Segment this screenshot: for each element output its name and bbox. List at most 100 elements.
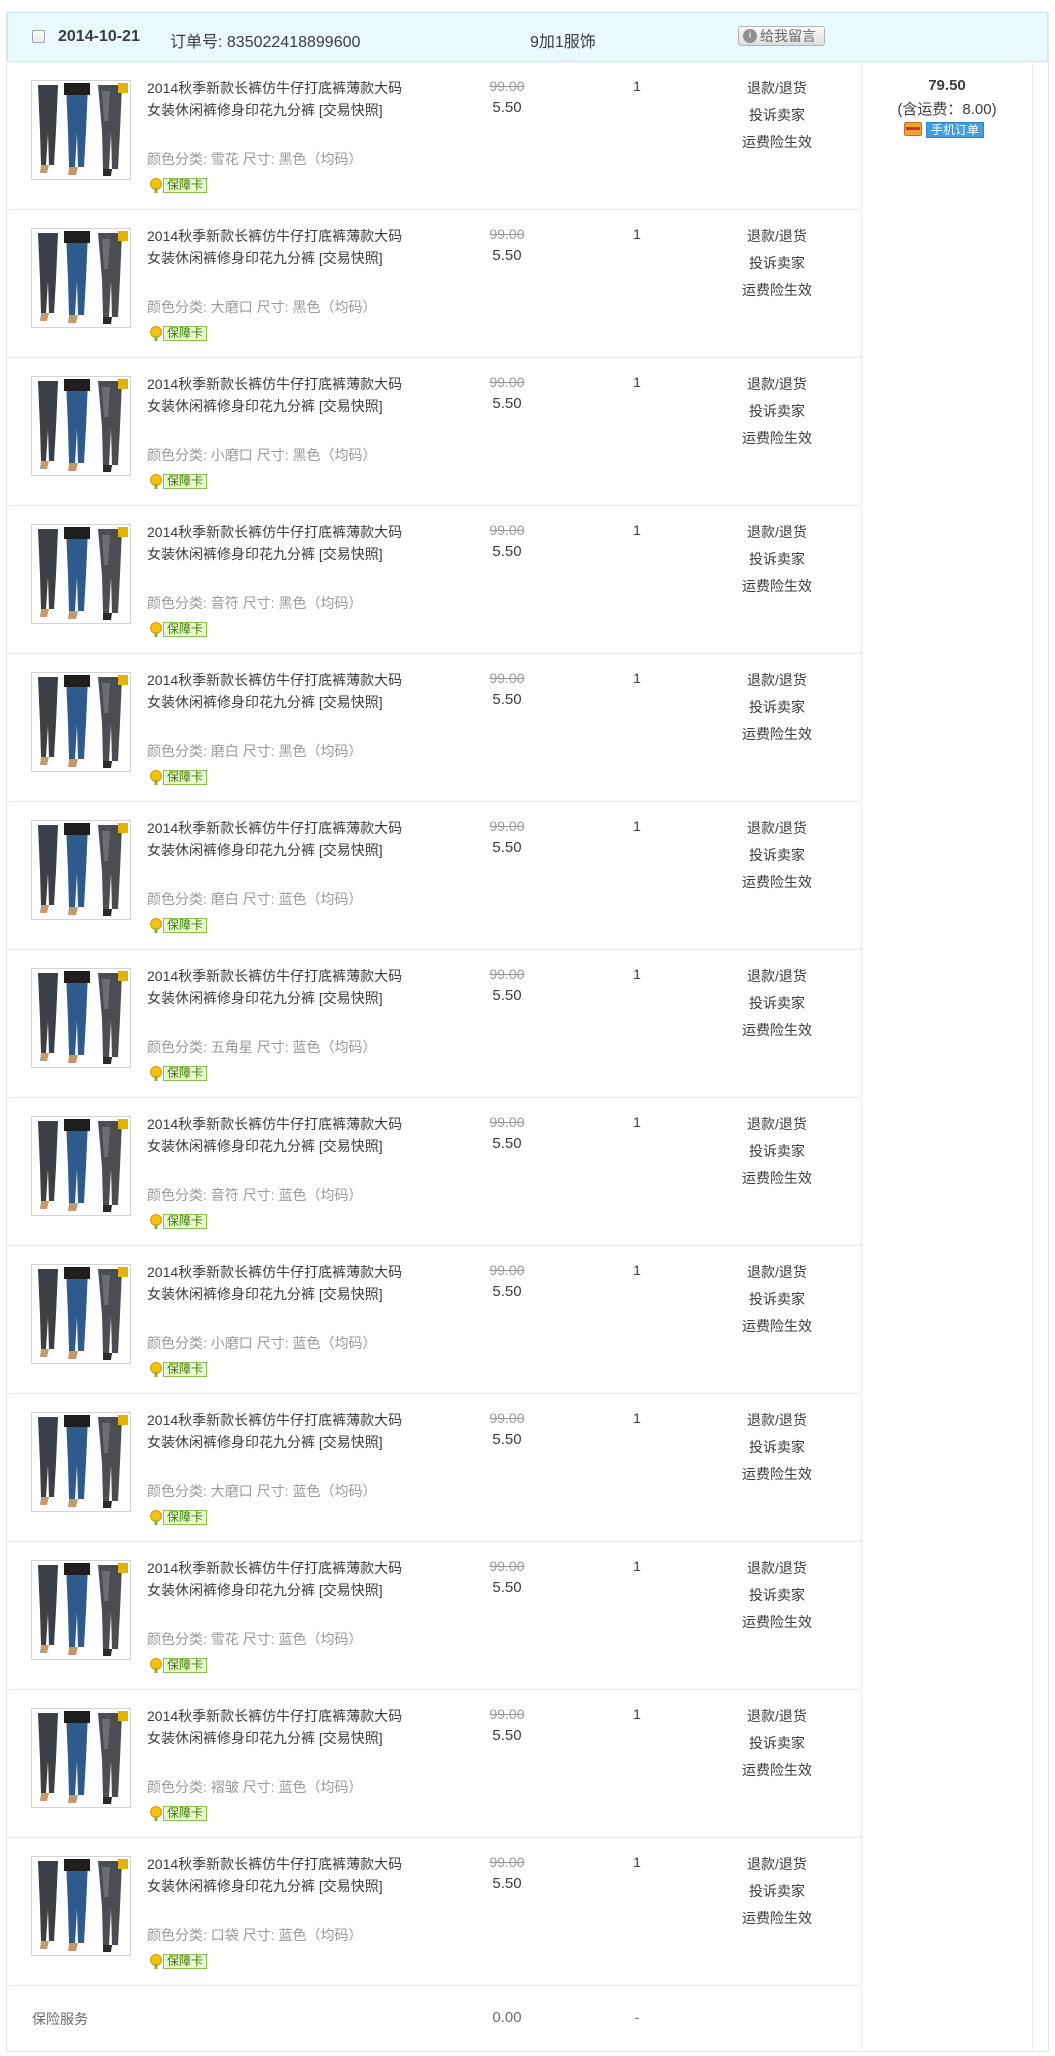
current-price: 5.50 <box>492 1579 522 1596</box>
order-item-row: 2014秋季新款长裤仿牛仔打底裤薄款大码女装休闲裤修身印花九分裤 [交易快照] … <box>7 654 861 802</box>
shipping-insurance-status[interactable]: 运费险生效 <box>727 428 827 448</box>
complain-seller-link[interactable]: 投诉卖家 <box>727 1141 827 1161</box>
product-thumbnail[interactable] <box>31 524 131 624</box>
guarantee-icon <box>150 1510 162 1525</box>
guarantee-label: 保障卡 <box>163 1066 208 1081</box>
shipping-insurance-status[interactable]: 运费险生效 <box>727 1464 827 1484</box>
leggings-image <box>32 821 130 919</box>
shop-name-link[interactable]: 9加1服饰 <box>530 28 596 52</box>
product-thumbnail[interactable] <box>31 228 131 328</box>
original-price: 99.00 <box>489 374 525 390</box>
complain-seller-link[interactable]: 投诉卖家 <box>727 1733 827 1753</box>
product-title-link[interactable]: 2014秋季新款长裤仿牛仔打底裤薄款大码女装休闲裤修身印花九分裤 [交易快照] <box>147 818 415 861</box>
original-price: 99.00 <box>489 670 525 686</box>
guarantee-label: 保障卡 <box>163 1658 208 1673</box>
refund-return-link[interactable]: 退款/退货 <box>727 966 827 986</box>
product-title-link[interactable]: 2014秋季新款长裤仿牛仔打底裤薄款大码女装休闲裤修身印花九分裤 [交易快照] <box>147 374 415 417</box>
refund-return-link[interactable]: 退款/退货 <box>727 1410 827 1430</box>
shipping-insurance-status[interactable]: 运费险生效 <box>727 132 827 152</box>
original-price: 99.00 <box>489 522 525 538</box>
shipping-insurance-status[interactable]: 运费险生效 <box>727 872 827 892</box>
shipping-insurance-status[interactable]: 运费险生效 <box>727 1316 827 1336</box>
guarantee-icon <box>150 622 162 637</box>
refund-return-link[interactable]: 退款/退货 <box>727 670 827 690</box>
product-thumbnail[interactable] <box>31 1856 131 1956</box>
complain-seller-link[interactable]: 投诉卖家 <box>727 1289 827 1309</box>
complain-seller-link[interactable]: 投诉卖家 <box>727 1437 827 1457</box>
original-price: 99.00 <box>489 1558 525 1574</box>
original-price: 99.00 <box>489 1706 525 1722</box>
product-attributes: 颜色分类: 雪花 尺寸: 黑色（均码） <box>147 151 363 167</box>
refund-return-link[interactable]: 退款/退货 <box>727 522 827 542</box>
refund-return-link[interactable]: 退款/退货 <box>727 374 827 394</box>
current-price: 5.50 <box>492 1283 522 1300</box>
complain-seller-link[interactable]: 投诉卖家 <box>727 401 827 421</box>
shipping-insurance-status[interactable]: 运费险生效 <box>727 1168 827 1188</box>
product-title-link[interactable]: 2014秋季新款长裤仿牛仔打底裤薄款大码女装休闲裤修身印花九分裤 [交易快照] <box>147 966 415 1009</box>
product-thumbnail[interactable] <box>31 672 131 772</box>
leave-message-button[interactable]: i 给我留言 <box>738 26 825 46</box>
complain-seller-link[interactable]: 投诉卖家 <box>727 993 827 1013</box>
refund-return-link[interactable]: 退款/退货 <box>727 226 827 246</box>
refund-return-link[interactable]: 退款/退货 <box>727 818 827 838</box>
product-thumbnail[interactable] <box>31 1560 131 1660</box>
shipping-insurance-status[interactable]: 运费险生效 <box>727 1612 827 1632</box>
current-price: 5.50 <box>492 395 522 412</box>
shipping-fee-note: (含运费：8.00) <box>897 101 997 118</box>
product-thumbnail[interactable] <box>31 376 131 476</box>
guarantee-label: 保障卡 <box>163 1954 208 1969</box>
complain-seller-link[interactable]: 投诉卖家 <box>727 1585 827 1605</box>
item-quantity: 1 <box>633 1262 641 1278</box>
complain-seller-link[interactable]: 投诉卖家 <box>727 1881 827 1901</box>
guarantee-icon <box>150 178 162 193</box>
product-thumbnail[interactable] <box>31 1708 131 1808</box>
refund-return-link[interactable]: 退款/退货 <box>727 78 827 98</box>
product-thumbnail[interactable] <box>31 1412 131 1512</box>
order-item-row: 2014秋季新款长裤仿牛仔打底裤薄款大码女装休闲裤修身印花九分裤 [交易快照] … <box>7 1246 861 1394</box>
shipping-insurance-status[interactable]: 运费险生效 <box>727 724 827 744</box>
product-title-link[interactable]: 2014秋季新款长裤仿牛仔打底裤薄款大码女装休闲裤修身印花九分裤 [交易快照] <box>147 78 415 121</box>
product-thumbnail[interactable] <box>31 80 131 180</box>
product-thumbnail[interactable] <box>31 820 131 920</box>
guarantee-icon <box>150 1954 162 1969</box>
product-thumbnail[interactable] <box>31 968 131 1068</box>
product-title-link[interactable]: 2014秋季新款长裤仿牛仔打底裤薄款大码女装休闲裤修身印花九分裤 [交易快照] <box>147 1558 415 1601</box>
complain-seller-link[interactable]: 投诉卖家 <box>727 549 827 569</box>
current-price: 5.50 <box>492 1727 522 1744</box>
product-thumbnail[interactable] <box>31 1116 131 1216</box>
refund-return-link[interactable]: 退款/退货 <box>727 1854 827 1874</box>
leggings-image <box>32 229 130 327</box>
complain-seller-link[interactable]: 投诉卖家 <box>727 253 827 273</box>
refund-return-link[interactable]: 退款/退货 <box>727 1262 827 1282</box>
shipping-insurance-status[interactable]: 运费险生效 <box>727 1908 827 1928</box>
complain-seller-link[interactable]: 投诉卖家 <box>727 697 827 717</box>
order-header: 2014-10-21 订单号: 835022418899600 9加1服饰 i给… <box>7 12 1048 62</box>
mobile-order-tag[interactable]: 手机订单 <box>926 122 985 138</box>
shipping-insurance-status[interactable]: 运费险生效 <box>727 280 827 300</box>
product-title-link[interactable]: 2014秋季新款长裤仿牛仔打底裤薄款大码女装休闲裤修身印花九分裤 [交易快照] <box>147 522 415 565</box>
order-item-row: 2014秋季新款长裤仿牛仔打底裤薄款大码女装休闲裤修身印花九分裤 [交易快照] … <box>7 950 861 1098</box>
shipping-insurance-status[interactable]: 运费险生效 <box>727 576 827 596</box>
product-title-link[interactable]: 2014秋季新款长裤仿牛仔打底裤薄款大码女装休闲裤修身印花九分裤 [交易快照] <box>147 1262 415 1305</box>
product-title-link[interactable]: 2014秋季新款长裤仿牛仔打底裤薄款大码女装休闲裤修身印花九分裤 [交易快照] <box>147 1114 415 1157</box>
product-title-link[interactable]: 2014秋季新款长裤仿牛仔打底裤薄款大码女装休闲裤修身印花九分裤 [交易快照] <box>147 226 415 269</box>
current-price: 5.50 <box>492 987 522 1004</box>
order-select-checkbox[interactable] <box>32 30 45 43</box>
product-title-link[interactable]: 2014秋季新款长裤仿牛仔打底裤薄款大码女装休闲裤修身印花九分裤 [交易快照] <box>147 670 415 713</box>
product-thumbnail[interactable] <box>31 1264 131 1364</box>
refund-return-link[interactable]: 退款/退货 <box>727 1114 827 1134</box>
product-title-link[interactable]: 2014秋季新款长裤仿牛仔打底裤薄款大码女装休闲裤修身印花九分裤 [交易快照] <box>147 1854 415 1897</box>
shipping-insurance-status[interactable]: 运费险生效 <box>727 1760 827 1780</box>
complain-seller-link[interactable]: 投诉卖家 <box>727 845 827 865</box>
complain-seller-link[interactable]: 投诉卖家 <box>727 105 827 125</box>
refund-return-link[interactable]: 退款/退货 <box>727 1706 827 1726</box>
product-title-link[interactable]: 2014秋季新款长裤仿牛仔打底裤薄款大码女装休闲裤修身印花九分裤 [交易快照] <box>147 1410 415 1453</box>
shipping-insurance-status[interactable]: 运费险生效 <box>727 1020 827 1040</box>
item-quantity: 1 <box>633 226 641 242</box>
product-attributes: 颜色分类: 口袋 尺寸: 蓝色（均码） <box>147 1927 363 1943</box>
order-number[interactable]: 订单号: 835022418899600 <box>170 28 360 52</box>
refund-return-link[interactable]: 退款/退货 <box>727 1558 827 1578</box>
product-title-link[interactable]: 2014秋季新款长裤仿牛仔打底裤薄款大码女装休闲裤修身印花九分裤 [交易快照] <box>147 1706 415 1749</box>
guarantee-icon <box>150 326 162 341</box>
order-item-row: 2014秋季新款长裤仿牛仔打底裤薄款大码女装休闲裤修身印花九分裤 [交易快照] … <box>7 358 861 506</box>
